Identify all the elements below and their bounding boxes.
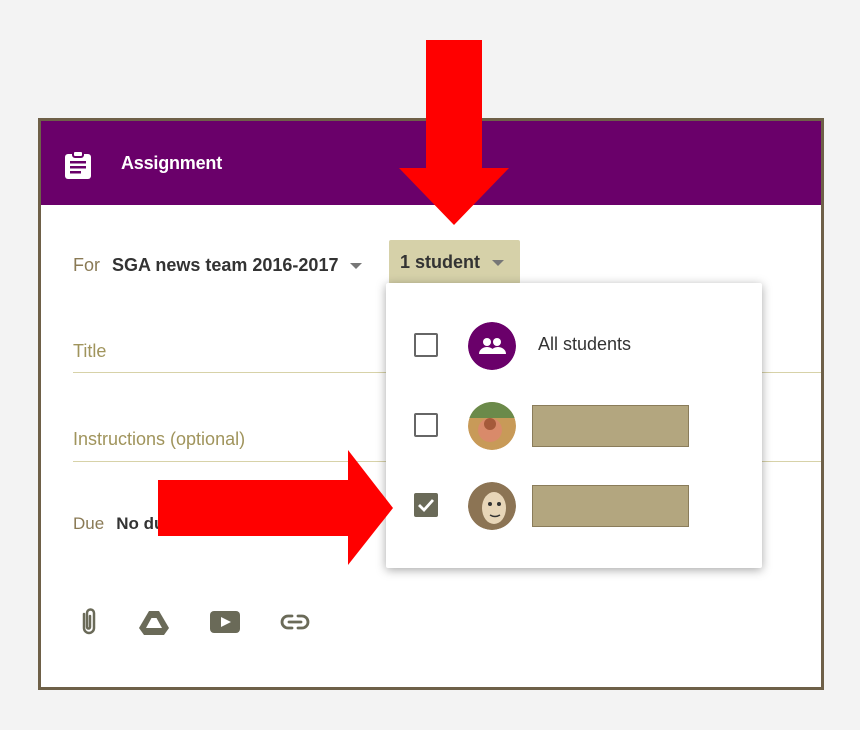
all-students-checkbox[interactable] <box>414 333 438 357</box>
dropdown-item-student-2[interactable] <box>386 465 762 545</box>
title-input[interactable]: Title <box>73 341 106 362</box>
student-1-name-redacted <box>532 405 689 447</box>
due-label: Due <box>73 514 105 533</box>
right-arrow-annotation <box>158 450 393 565</box>
dropdown-item-all-students[interactable]: All students <box>386 305 762 385</box>
group-icon <box>468 322 516 370</box>
student-dropdown-caret-icon <box>492 260 505 266</box>
student-selector-label: 1 student <box>400 251 481 272</box>
student-1-checkbox[interactable] <box>414 413 438 437</box>
student-2-checkbox[interactable] <box>414 493 438 517</box>
due-row[interactable]: Due No du <box>73 514 164 534</box>
student-selector-button[interactable]: 1 student <box>389 240 520 284</box>
link-icon[interactable] <box>279 606 311 638</box>
checkmark-icon <box>418 499 435 513</box>
dropdown-item-student-1[interactable] <box>386 385 762 465</box>
class-selector[interactable]: SGA news team 2016-2017 <box>112 255 338 276</box>
for-label: For <box>73 254 100 275</box>
attach-icon[interactable] <box>73 606 105 638</box>
student-dropdown-menu: All students <box>386 283 762 568</box>
down-arrow-annotation <box>399 40 509 225</box>
google-drive-icon[interactable] <box>138 606 170 638</box>
assignment-title: Assignment <box>121 153 223 173</box>
student-2-avatar <box>468 482 516 530</box>
for-row: For SGA news team 2016-2017 <box>73 249 363 281</box>
student-2-name-redacted <box>532 485 689 527</box>
all-students-label: All students <box>538 334 632 354</box>
clipboard-icon <box>65 151 91 179</box>
student-1-avatar <box>468 402 516 450</box>
instructions-input[interactable]: Instructions (optional) <box>73 429 245 450</box>
youtube-icon[interactable] <box>209 606 241 638</box>
class-dropdown-caret-icon[interactable] <box>350 263 363 269</box>
